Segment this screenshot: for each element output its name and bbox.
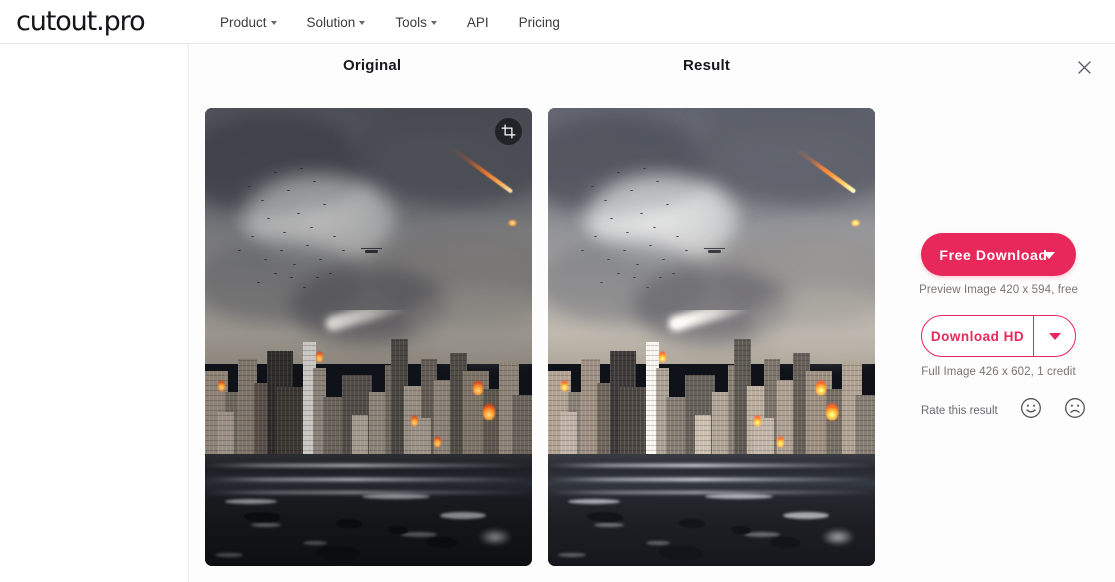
result-column-title: Result [683, 57, 731, 74]
water-shore-layer [548, 453, 875, 566]
water-shore-layer [205, 453, 532, 566]
download-hd-label: Download HD [930, 328, 1025, 344]
original-column-title: Original [343, 57, 402, 74]
chevron-down-icon [1048, 332, 1061, 340]
chevron-down-icon [1043, 252, 1055, 259]
chevron-down-icon [359, 21, 366, 25]
result-image-panel[interactable] [548, 108, 875, 566]
rate-result-label: Rate this result [921, 404, 998, 417]
crop-icon[interactable] [495, 118, 522, 145]
nav-pricing-label: Pricing [518, 14, 560, 30]
result-image [548, 108, 875, 566]
sad-face-icon[interactable] [1064, 397, 1086, 424]
free-download-button[interactable]: Free Download [921, 233, 1076, 276]
nav-product-label: Product [220, 14, 267, 30]
free-download-caption: Preview Image 420 x 594, free [919, 284, 1078, 296]
free-download-label: Free Download [939, 246, 1048, 263]
chevron-down-icon [430, 21, 437, 25]
smoke-plume [323, 309, 413, 334]
nav-solution[interactable]: Solution [307, 15, 366, 30]
helicopter-silhouette [361, 247, 383, 253]
city-skyline [205, 309, 532, 457]
nav-links: Product Solution Tools API Pricing [220, 0, 560, 44]
left-sidebar [0, 44, 189, 582]
nav-tools[interactable]: Tools [395, 15, 437, 30]
helicopter-silhouette [704, 247, 726, 253]
brand-logo[interactable]: cutout.pro [16, 6, 146, 37]
download-hd-button-group[interactable]: Download HD [921, 315, 1076, 357]
top-navigation-bar: cutout.pro Product Solution Tools API Pr… [0, 0, 1115, 44]
smoke-plume [666, 309, 756, 334]
nav-solution-label: Solution [306, 14, 356, 30]
original-image-panel[interactable] [205, 108, 532, 566]
nav-product[interactable]: Product [220, 15, 277, 30]
nav-api[interactable]: API [467, 15, 489, 30]
rate-result-row: Rate this result [921, 397, 1086, 424]
nav-api-label: API [466, 14, 489, 30]
download-hd-dropdown-toggle[interactable] [1033, 316, 1075, 356]
city-skyline [548, 309, 875, 457]
close-icon[interactable] [1072, 55, 1096, 79]
happy-face-icon[interactable] [1020, 397, 1042, 424]
nav-tools-label: Tools [395, 14, 427, 30]
nav-pricing[interactable]: Pricing [519, 15, 560, 30]
download-hd-caption: Full Image 426 x 602, 1 credit [921, 366, 1076, 378]
download-hd-button[interactable]: Download HD [922, 316, 1033, 356]
chevron-down-icon [270, 21, 277, 25]
original-image [205, 108, 532, 566]
